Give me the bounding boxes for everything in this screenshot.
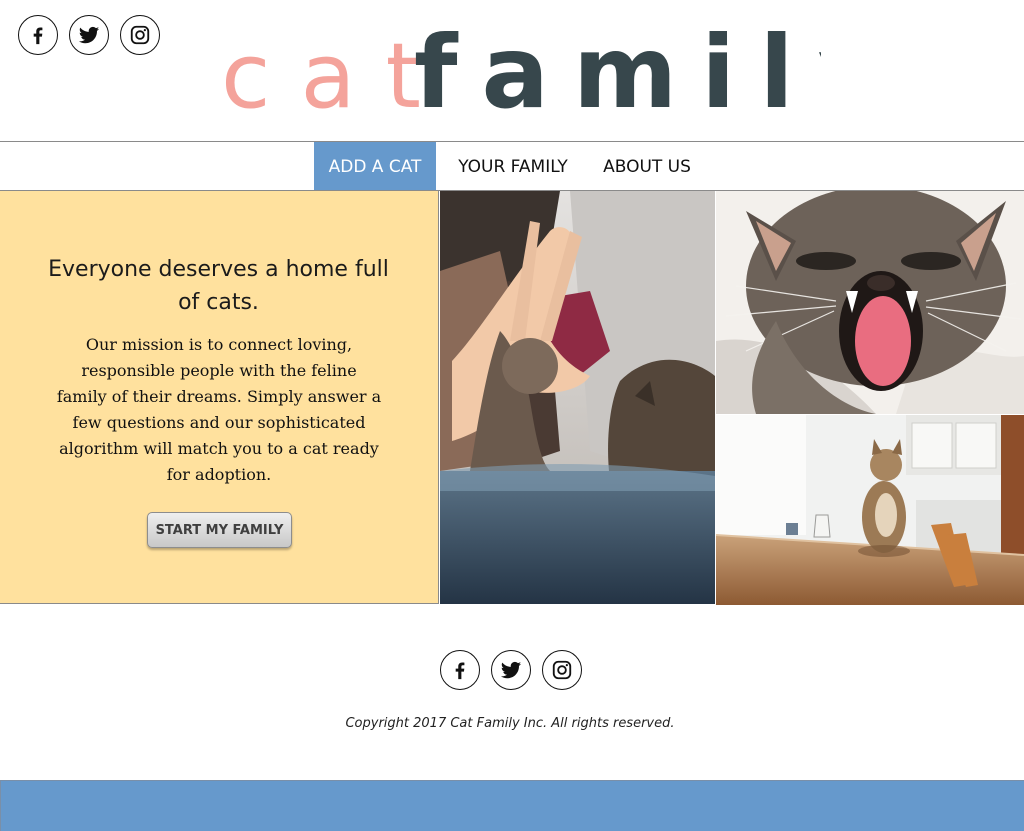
facebook-icon[interactable] xyxy=(440,650,480,690)
social-links-footer xyxy=(440,650,582,690)
facebook-icon[interactable] xyxy=(18,15,58,55)
photo-high-five-cat xyxy=(440,191,715,604)
instagram-icon[interactable] xyxy=(120,15,160,55)
photo-yawning-cat xyxy=(716,191,1024,414)
svg-text:family: family xyxy=(414,18,821,131)
nav-add-a-cat[interactable]: ADD A CAT xyxy=(314,142,436,190)
hero-panel: Everyone deserves a home full of cats. O… xyxy=(0,191,439,604)
nav-your-family[interactable]: YOUR FAMILY xyxy=(446,142,580,190)
copyright-text: Copyright 2017 Cat Family Inc. All right… xyxy=(345,716,675,731)
hero-title: Everyone deserves a home full of cats. xyxy=(48,257,389,315)
site-logo[interactable]: cat family xyxy=(221,18,821,138)
site-header: cat family xyxy=(0,0,1024,142)
main-nav: ADD A CAT YOUR FAMILY ABOUT US xyxy=(0,142,1024,191)
footer-bar xyxy=(0,780,1024,831)
hero-description: Our mission is to connect loving, respon… xyxy=(56,335,382,484)
start-my-family-button[interactable]: START MY FAMILY xyxy=(147,512,292,548)
instagram-icon[interactable] xyxy=(542,650,582,690)
photo-cat-on-table xyxy=(716,415,1024,605)
twitter-icon[interactable] xyxy=(491,650,531,690)
social-links-header xyxy=(18,15,160,55)
logo-word-family: family xyxy=(414,18,821,131)
nav-about-us[interactable]: ABOUT US xyxy=(592,142,702,190)
twitter-icon[interactable] xyxy=(69,15,109,55)
